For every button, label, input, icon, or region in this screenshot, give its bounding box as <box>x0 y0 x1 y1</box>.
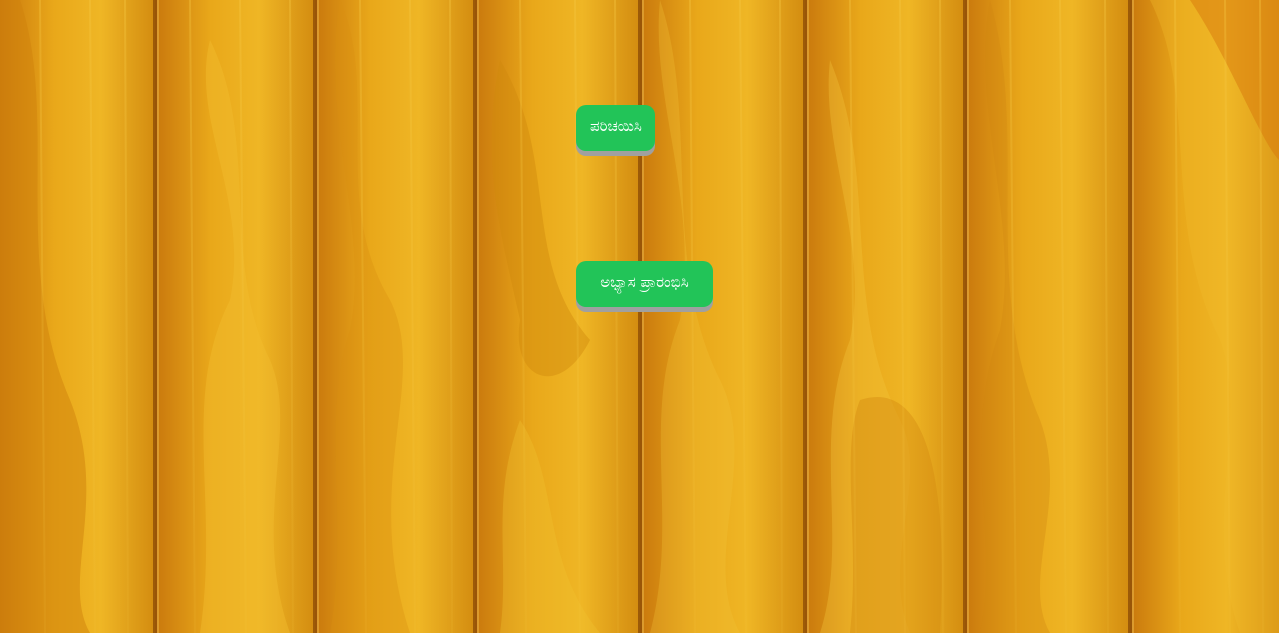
start-practice-button[interactable]: ಅಭ್ಯಾಸ ಪ್ರಾರಂಭಿಸಿ <box>576 261 713 307</box>
wood-plank-background <box>0 0 1279 633</box>
wood-texture <box>0 0 1279 633</box>
introduce-button[interactable]: ಪರಿಚಯಿಸಿ <box>576 105 655 151</box>
